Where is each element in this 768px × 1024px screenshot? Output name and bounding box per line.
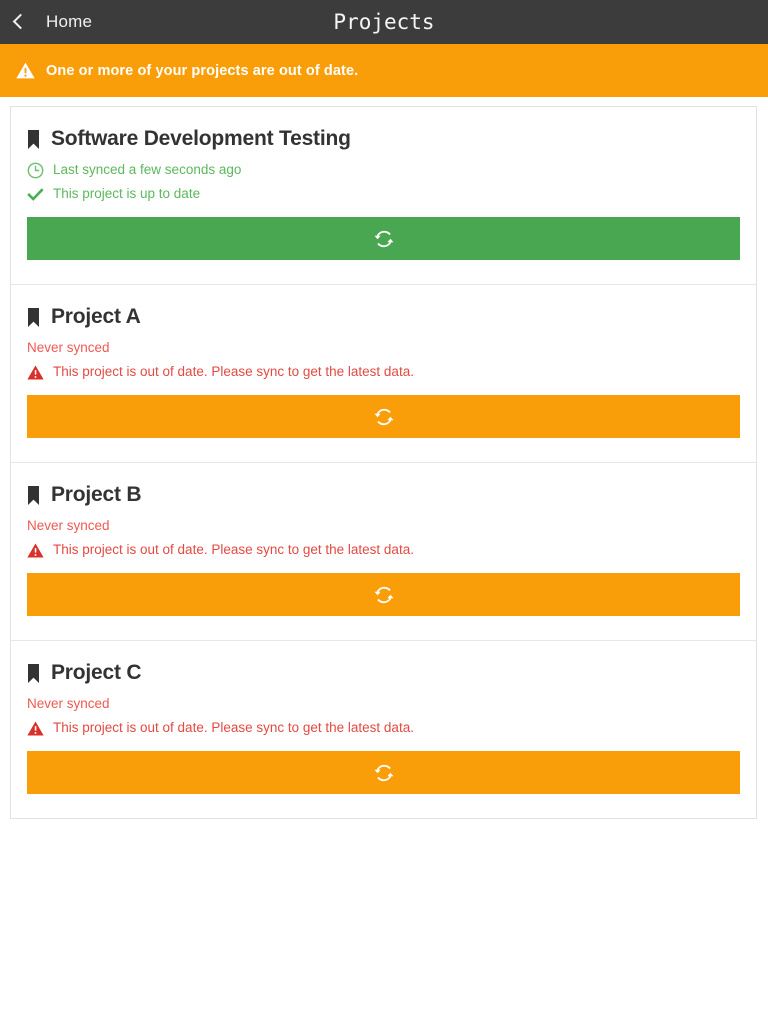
warning-triangle-icon <box>27 721 44 735</box>
project-row: Project B Never synced This project is o… <box>11 463 756 641</box>
project-sync-status-text: Never synced <box>27 340 110 355</box>
banner-text: One or more of your projects are out of … <box>46 62 359 79</box>
back-button-label: Home <box>46 12 93 31</box>
sync-refresh-icon <box>374 408 393 425</box>
warning-triangle-icon <box>27 365 44 379</box>
project-sync-status-text: Never synced <box>27 518 110 533</box>
project-title: Project B <box>27 483 740 507</box>
bookmark-icon <box>28 129 39 149</box>
project-state-text: This project is out of date. Please sync… <box>53 364 414 379</box>
sync-refresh-icon <box>374 230 393 247</box>
project-title: Project C <box>27 661 740 685</box>
project-sync-status-text: Last synced a few seconds ago <box>53 162 242 177</box>
project-name: Project C <box>51 661 142 684</box>
sync-button[interactable] <box>27 217 740 260</box>
out-of-date-banner: One or more of your projects are out of … <box>0 44 768 97</box>
sync-refresh-icon <box>374 764 393 781</box>
project-state-message: This project is out of date. Please sync… <box>27 362 740 382</box>
sync-button[interactable] <box>27 395 740 438</box>
project-title: Software Development Testing <box>27 127 740 151</box>
project-row: Project C Never synced This project is o… <box>11 641 756 818</box>
project-sync-status: Never synced <box>27 338 740 358</box>
page-title: Projects <box>333 10 435 34</box>
bookmark-icon <box>28 307 39 327</box>
sync-refresh-icon <box>374 586 393 603</box>
bookmark-icon <box>28 485 39 505</box>
project-sync-status: Never synced <box>27 516 740 536</box>
project-state-message: This project is up to date <box>27 184 740 204</box>
project-sync-status: Last synced a few seconds ago <box>27 160 740 180</box>
project-name: Project A <box>51 305 141 328</box>
project-name: Software Development Testing <box>51 127 351 150</box>
clock-icon <box>27 162 44 178</box>
project-sync-status: Never synced <box>27 694 740 714</box>
warning-triangle-icon <box>16 62 35 79</box>
project-state-message: This project is out of date. Please sync… <box>27 718 740 738</box>
project-state-text: This project is out of date. Please sync… <box>53 720 414 735</box>
project-title: Project A <box>27 305 740 329</box>
sync-button[interactable] <box>27 573 740 616</box>
project-state-text: This project is out of date. Please sync… <box>53 542 414 557</box>
project-state-message: This project is out of date. Please sync… <box>27 540 740 560</box>
project-sync-status-text: Never synced <box>27 696 110 711</box>
project-name: Project B <box>51 483 142 506</box>
bookmark-icon <box>28 663 39 683</box>
warning-triangle-icon <box>27 543 44 557</box>
project-row: Project A Never synced This project is o… <box>11 285 756 463</box>
projects-list: Software Development Testing Last synced… <box>10 106 757 819</box>
project-state-text: This project is up to date <box>53 186 201 201</box>
app-header: Home Projects <box>0 0 768 44</box>
back-button[interactable]: Home <box>0 0 92 44</box>
check-icon <box>27 187 44 201</box>
chevron-left-icon <box>10 11 28 33</box>
project-row: Software Development Testing Last synced… <box>11 107 756 285</box>
sync-button[interactable] <box>27 751 740 794</box>
